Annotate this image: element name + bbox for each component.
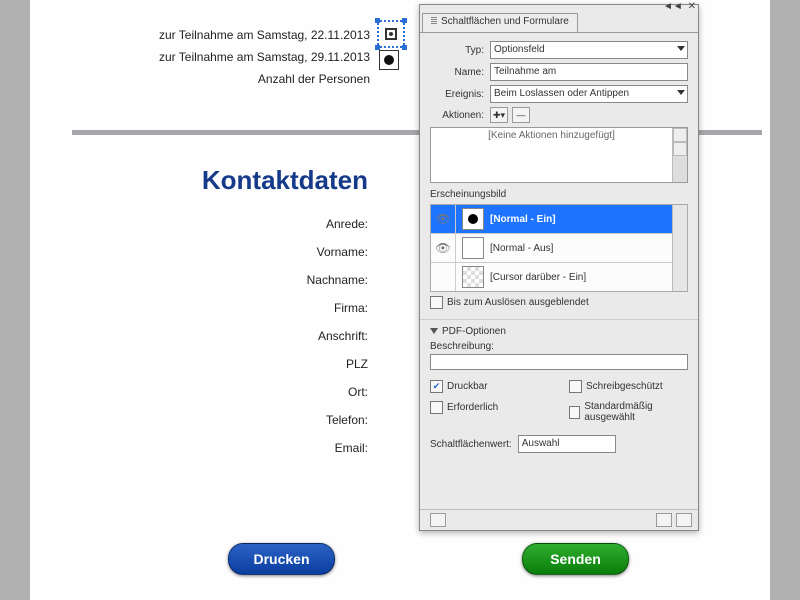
add-action-button[interactable]: ✚▾ (490, 107, 508, 123)
scrollbar[interactable] (672, 205, 687, 291)
panel-footer (420, 509, 698, 530)
checkbox-icon (569, 406, 580, 419)
ereignis-value: Beim Loslassen oder Antippen (494, 88, 629, 99)
participation-block: zur Teilnahme am Samstag, 22.11.2013 zur… (30, 24, 370, 90)
contact-labels: Anrede: Vorname: Nachname: Firma: Anschr… (30, 210, 368, 462)
panel-collapse-icon[interactable]: ◄◄ (663, 1, 683, 12)
name-label: Name: (430, 67, 484, 78)
typ-label: Typ: (430, 45, 484, 56)
required-label: Erforderlich (447, 402, 498, 413)
preview-icon[interactable] (430, 513, 446, 527)
button-value-input[interactable]: Auswahl (518, 435, 616, 453)
persons-count-label: Anzahl der Personen (30, 68, 370, 90)
chevron-down-icon (677, 46, 685, 51)
name-input[interactable]: Teilnahme am (490, 63, 688, 81)
state-normal-on[interactable]: 👁 [Normal - Ein] (431, 205, 672, 234)
grip-icon (431, 17, 437, 25)
default-selected-checkbox[interactable]: Standardmäßig ausgewählt (569, 401, 688, 423)
radio-option-2[interactable] (379, 50, 399, 70)
ereignis-label: Ereignis: (430, 89, 484, 100)
button-value-label: Schaltflächenwert: (430, 439, 512, 450)
default-selected-label: Standardmäßig ausgewählt (584, 401, 688, 423)
trash-icon[interactable] (676, 513, 692, 527)
convert-icon[interactable] (656, 513, 672, 527)
pdf-options-label: PDF-Optionen (442, 326, 506, 337)
label-ort: Ort: (30, 378, 368, 406)
button-value: Auswahl (522, 438, 560, 449)
state-cursor-on[interactable]: [Cursor darüber - Ein] (431, 263, 672, 291)
typ-dropdown[interactable]: Optionsfeld (490, 41, 688, 59)
ereignis-dropdown[interactable]: Beim Loslassen oder Antippen (490, 85, 688, 103)
printable-checkbox[interactable]: ✔ Druckbar (430, 380, 488, 393)
name-value: Teilnahme am (494, 66, 556, 77)
readonly-checkbox[interactable]: Schreibgeschützt (569, 380, 663, 393)
label-anrede: Anrede: (30, 210, 368, 238)
print-button-label: Drucken (253, 551, 309, 567)
checkbox-icon (569, 380, 582, 393)
printable-label: Druckbar (447, 381, 488, 392)
participation-line-2: zur Teilnahme am Samstag, 29.11.2013 (30, 46, 370, 68)
state-thumb-icon (462, 266, 484, 288)
state-thumb-icon (462, 237, 484, 259)
checkbox-icon (430, 296, 443, 309)
panel-window-controls: ◄◄ ✕ (661, 1, 696, 11)
panel-close-icon[interactable]: ✕ (688, 1, 696, 12)
send-button[interactable]: Senden (522, 543, 629, 575)
actions-empty-text: [Keine Aktionen hinzugefügt] (431, 128, 672, 182)
state-thumb-icon (462, 208, 484, 230)
appearance-list: 👁 [Normal - Ein] 👁 [Normal - Aus] (430, 204, 688, 292)
label-firma: Firma: (30, 294, 368, 322)
send-button-label: Senden (550, 551, 601, 567)
label-email: Email: (30, 434, 368, 462)
visibility-icon[interactable]: 👁 (431, 205, 456, 233)
hidden-until-trigger-label: Bis zum Auslösen ausgeblendet (447, 297, 589, 308)
print-button[interactable]: Drucken (228, 543, 335, 575)
section-heading: Kontaktdaten (30, 165, 368, 196)
checkbox-icon (430, 401, 443, 414)
panel-tab[interactable]: Schaltflächen und Formulare (422, 13, 578, 33)
separator (420, 319, 698, 320)
label-anschrift: Anschrift: (30, 322, 368, 350)
actions-listbox[interactable]: [Keine Aktionen hinzugefügt] (430, 127, 688, 183)
aktionen-label: Aktionen: (430, 110, 484, 121)
visibility-icon[interactable]: 👁 (431, 234, 456, 262)
chevron-down-icon (677, 90, 685, 95)
appearance-heading: Erscheinungsbild (430, 189, 688, 200)
required-checkbox[interactable]: Erforderlich (430, 401, 498, 414)
hidden-until-trigger-checkbox[interactable]: Bis zum Auslösen ausgeblendet (430, 296, 589, 309)
visibility-icon[interactable] (431, 263, 456, 291)
pdf-options-disclosure[interactable]: PDF-Optionen (430, 326, 688, 337)
checkbox-icon: ✔ (430, 380, 443, 393)
radio-option-1-selected[interactable] (377, 20, 405, 48)
description-label: Beschreibung: (430, 341, 688, 352)
buttons-forms-panel: ◄◄ ✕ Schaltflächen und Formulare Typ: Op… (419, 4, 699, 531)
state-label: [Normal - Ein] (490, 214, 556, 225)
description-input[interactable] (430, 354, 688, 370)
panel-title: Schaltflächen und Formulare (441, 16, 569, 27)
panel-body: Typ: Optionsfeld Name: Teilnahme am Erei… (420, 32, 698, 530)
state-normal-off[interactable]: 👁 [Normal - Aus] (431, 234, 672, 263)
scrollbar[interactable] (672, 128, 687, 182)
state-label: [Cursor darüber - Ein] (490, 272, 586, 283)
remove-action-button[interactable]: — (512, 107, 530, 123)
state-label: [Normal - Aus] (490, 243, 553, 254)
participation-line-1: zur Teilnahme am Samstag, 22.11.2013 (30, 24, 370, 46)
typ-value: Optionsfeld (494, 44, 545, 55)
label-nachname: Nachname: (30, 266, 368, 294)
label-telefon: Telefon: (30, 406, 368, 434)
label-vorname: Vorname: (30, 238, 368, 266)
readonly-label: Schreibgeschützt (586, 381, 663, 392)
label-plz: PLZ (30, 350, 368, 378)
document-page: zur Teilnahme am Samstag, 22.11.2013 zur… (30, 0, 770, 600)
